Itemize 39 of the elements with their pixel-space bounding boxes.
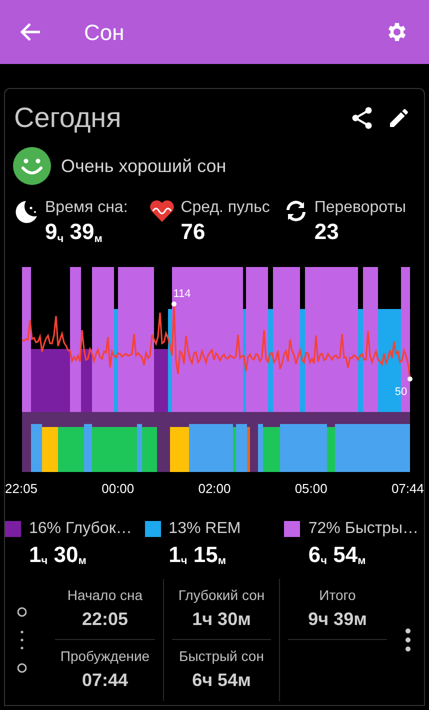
legend-value: 1$_{ч}$ 15$_{м}$ <box>168 540 228 568</box>
moon-icon <box>15 199 39 225</box>
sleep-quality: Очень хороший сон <box>61 154 226 178</box>
summary-label: Глубокий сон <box>178 586 265 605</box>
heart-pulse-icon <box>148 199 175 223</box>
stat-label: Время сна: <box>45 198 128 218</box>
card-title: Сегодня <box>14 101 122 135</box>
max-pulse-label: 114 <box>173 288 191 300</box>
summary-value: 6ч 54м <box>192 669 251 692</box>
timeline-icon <box>17 606 27 672</box>
summary-label: Пробуждение <box>60 647 150 666</box>
time-label: 07:44 <box>391 480 424 498</box>
time-label: 22:05 <box>5 480 38 498</box>
smiley-icon <box>13 147 51 185</box>
stat-value: 9$_{ч}$ 39$_{м}$ <box>45 219 104 245</box>
screen-title: Сон <box>84 18 124 46</box>
edit-icon[interactable] <box>387 106 411 130</box>
time-label: 00:00 <box>102 480 134 498</box>
stat-label: Сред. пульс <box>180 198 270 218</box>
summary-label: Начало сна <box>67 586 143 604</box>
time-label: 05:00 <box>294 480 328 498</box>
legend-label: 72% Быстры… <box>308 518 419 538</box>
time-label: 02:00 <box>198 480 231 498</box>
legend-label: 13% REM <box>168 518 241 538</box>
legend-value: 6$_{ч}$ 54$_{м}$ <box>308 540 367 568</box>
summary-label: Быстрый сон <box>179 647 264 666</box>
stat-value: 23 <box>314 219 340 245</box>
legend-value: 1$_{ч}$ 30$_{м}$ <box>29 540 88 568</box>
stat-label: Перевороты <box>314 198 406 218</box>
refresh-icon <box>284 199 308 223</box>
summary-value: 22:05 <box>82 608 128 630</box>
more-icon[interactable] <box>405 628 411 652</box>
summary-value: 9ч 39м <box>308 608 367 630</box>
back-icon[interactable] <box>20 22 42 42</box>
summary-value: 1ч 30м <box>192 608 251 630</box>
summary-label: Итого <box>319 586 356 604</box>
summary-value: 07:44 <box>82 669 128 692</box>
legend-label: 16% Глубок… <box>29 518 132 538</box>
stat-value: 76 <box>180 219 206 245</box>
